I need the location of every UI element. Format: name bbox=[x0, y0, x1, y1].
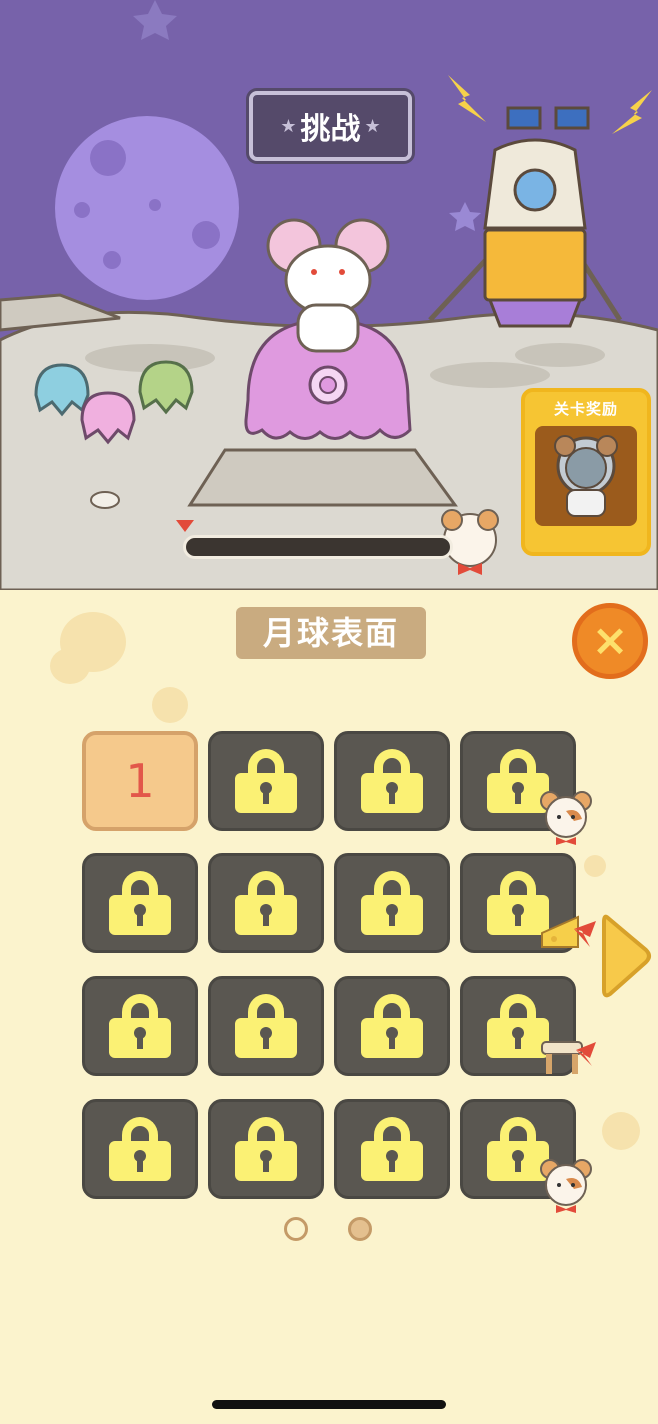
level-number: 1 bbox=[125, 754, 155, 808]
page-dot-2[interactable] bbox=[348, 1217, 372, 1241]
stool-gift-icon bbox=[538, 1034, 598, 1082]
astronaut-hamster-icon bbox=[535, 426, 637, 526]
lightning-icon bbox=[612, 90, 652, 134]
lock-icon bbox=[361, 749, 423, 813]
lock-icon bbox=[361, 994, 423, 1058]
lock-icon bbox=[235, 994, 297, 1058]
star-icon bbox=[133, 0, 177, 40]
lock-icon bbox=[109, 1117, 171, 1181]
level-reward-card[interactable]: 关卡奖励 bbox=[521, 388, 651, 556]
level-tile-7[interactable] bbox=[334, 853, 450, 953]
level-tile-5[interactable] bbox=[82, 853, 198, 953]
lock-icon bbox=[109, 994, 171, 1058]
lock-icon bbox=[235, 749, 297, 813]
pink-small-octopus bbox=[80, 391, 136, 445]
level-tile-14[interactable] bbox=[208, 1099, 324, 1199]
level-tile-10[interactable] bbox=[208, 976, 324, 1076]
lock-icon bbox=[235, 871, 297, 935]
close-button[interactable]: × bbox=[572, 603, 648, 679]
close-icon: × bbox=[591, 615, 629, 666]
blue-octopus bbox=[34, 363, 90, 417]
star-icon bbox=[449, 202, 481, 231]
level-tile-11[interactable] bbox=[334, 976, 450, 1076]
level-tile-13[interactable] bbox=[82, 1099, 198, 1199]
level-tile-1[interactable]: 1 bbox=[82, 731, 198, 831]
page-dot-1[interactable] bbox=[284, 1217, 308, 1241]
home-indicator bbox=[212, 1400, 446, 1409]
green-octopus bbox=[138, 360, 194, 415]
level-tile-6[interactable] bbox=[208, 853, 324, 953]
next-page-arrow-icon[interactable] bbox=[600, 912, 652, 1000]
lock-icon bbox=[235, 1117, 297, 1181]
hamster-reward-icon bbox=[538, 789, 594, 849]
hamster-reward-icon bbox=[538, 1157, 594, 1217]
level-tile-2[interactable] bbox=[208, 731, 324, 831]
level-tile-9[interactable] bbox=[82, 976, 198, 1076]
level-tile-15[interactable] bbox=[334, 1099, 450, 1199]
challenge-title: ★ 挑战 ★ bbox=[249, 91, 412, 161]
progress-marker-icon bbox=[176, 520, 194, 532]
decor-bubble bbox=[602, 1112, 640, 1150]
panel-title: 月球表面 bbox=[236, 607, 426, 659]
level-progress-bar bbox=[183, 535, 453, 559]
challenge-label: 挑战 bbox=[300, 112, 361, 147]
lock-icon bbox=[109, 871, 171, 935]
star-icon: ★ bbox=[280, 115, 297, 137]
decor-bubble bbox=[50, 648, 90, 684]
level-reward-label: 关卡奖励 bbox=[553, 400, 618, 418]
cheese-gift-icon bbox=[538, 907, 598, 961]
decor-bubble bbox=[152, 687, 188, 723]
star-icon: ★ bbox=[364, 115, 381, 137]
hamster-progress-avatar bbox=[441, 509, 499, 567]
lightning-icon bbox=[448, 75, 486, 122]
decor-bubble bbox=[584, 855, 606, 877]
level-tile-3[interactable] bbox=[334, 731, 450, 831]
lock-icon bbox=[361, 871, 423, 935]
lock-icon bbox=[361, 1117, 423, 1181]
